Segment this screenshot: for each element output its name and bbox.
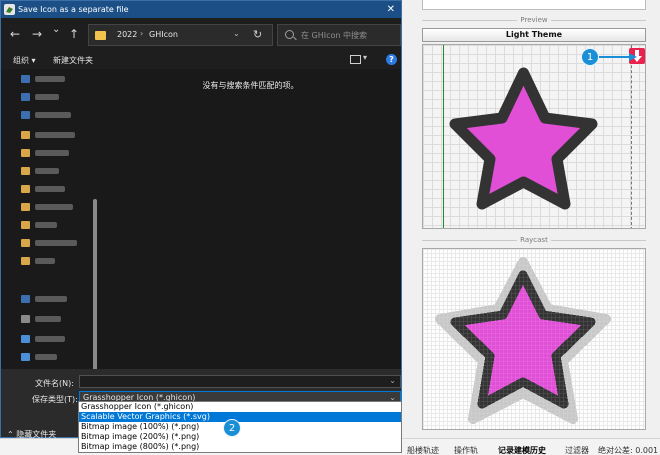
- forward-arrow-icon[interactable]: →: [32, 27, 42, 41]
- tab-item[interactable]: 船楼轨迹: [407, 445, 439, 455]
- raycast-label: Raycast: [517, 236, 551, 244]
- preview-label: Preview: [517, 16, 551, 24]
- folder-icon: [95, 31, 106, 40]
- star-shape: [449, 67, 598, 210]
- tab-item[interactable]: 过滤器: [565, 445, 589, 455]
- raycast-group-title: Raycast: [422, 236, 646, 244]
- organize-button[interactable]: 组织 ▾: [13, 55, 36, 66]
- title-bar: Save Icon as a separate file ✕: [1, 1, 401, 18]
- bottom-tabs: 船楼轨迹 操作轨 记录建模历史 过滤器 绝对公差: 0.001: [402, 438, 660, 455]
- breadcrumb-separator: ›: [140, 29, 144, 38]
- top-input-box: [422, 0, 646, 10]
- callout-1: 1: [581, 48, 599, 66]
- raycast-canvas: [422, 248, 646, 430]
- callout-2: 2: [223, 419, 241, 437]
- dialog-title: Save Icon as a separate file: [18, 5, 129, 14]
- status-tolerance: 绝对公差: 0.001: [598, 446, 659, 455]
- filetype-label: 保存类型(T):: [32, 395, 78, 404]
- search-icon: [285, 30, 294, 39]
- tab-item[interactable]: 操作轨: [454, 445, 478, 455]
- file-list: 没有与搜索条件匹配的项。: [100, 69, 401, 369]
- filename-label: 文件名(N):: [35, 379, 74, 388]
- filetype-option[interactable]: Bitmap image (200%) (*.png): [79, 432, 401, 442]
- back-arrow-icon[interactable]: ←: [10, 27, 20, 41]
- search-input[interactable]: 在 GHIcon 中搜索: [277, 24, 401, 46]
- command-bar: 组织 ▾ 新建文件夹 ▾ ?: [1, 51, 401, 69]
- empty-message: 没有与搜索条件匹配的项。: [202, 81, 299, 90]
- preview-canvas: [422, 44, 646, 229]
- hide-folders-label: 隐藏文件夹: [16, 430, 57, 439]
- close-icon[interactable]: ✕: [387, 1, 395, 18]
- view-options-icon[interactable]: [350, 55, 361, 64]
- filetype-option[interactable]: Grasshopper Icon (*.ghicon): [79, 402, 401, 412]
- recent-dropdown-icon[interactable]: ⌄: [52, 24, 60, 35]
- new-folder-button[interactable]: 新建文件夹: [53, 55, 93, 66]
- filename-field[interactable]: ⌄: [79, 375, 401, 388]
- breadcrumb-2022[interactable]: 2022: [117, 30, 137, 39]
- address-dropdown-icon[interactable]: ⌄: [233, 29, 240, 38]
- filetype-option[interactable]: Bitmap image (800%) (*.png): [79, 442, 401, 452]
- up-arrow-icon[interactable]: ↑: [69, 27, 79, 41]
- refresh-icon[interactable]: ↻: [253, 28, 262, 41]
- search-placeholder: 在 GHIcon 中搜索: [301, 31, 368, 40]
- filename-dropdown-icon[interactable]: ⌄: [389, 376, 396, 385]
- tab-item-active[interactable]: 记录建模历史: [498, 445, 546, 455]
- hide-folders-toggle[interactable]: ⌃ 隐藏文件夹: [7, 429, 56, 440]
- star-raycast: [423, 249, 645, 429]
- filetype-option-selected[interactable]: Scalable Vector Graphics (*.svg): [79, 412, 401, 422]
- preview-group-title: Preview: [422, 16, 646, 24]
- help-icon[interactable]: ?: [386, 54, 397, 65]
- callout-arrow: [599, 53, 637, 61]
- navigation-pane: [1, 69, 100, 409]
- save-dialog: Save Icon as a separate file ✕ ← → ⌄ ↑ 2…: [0, 0, 402, 440]
- light-theme-button[interactable]: Light Theme: [422, 28, 646, 42]
- preview-panel: Preview Light Theme Raycast 1: [402, 0, 660, 455]
- star-preview: [449, 67, 598, 210]
- breadcrumb-ghicon[interactable]: GHIcon: [149, 30, 178, 39]
- address-bar[interactable]: 2022 › GHIcon ⌄: [88, 24, 273, 46]
- grasshopper-app-icon: [4, 4, 15, 15]
- preview-panel-inner: Preview Light Theme Raycast: [422, 0, 646, 455]
- view-dropdown-icon[interactable]: ▾: [363, 53, 367, 62]
